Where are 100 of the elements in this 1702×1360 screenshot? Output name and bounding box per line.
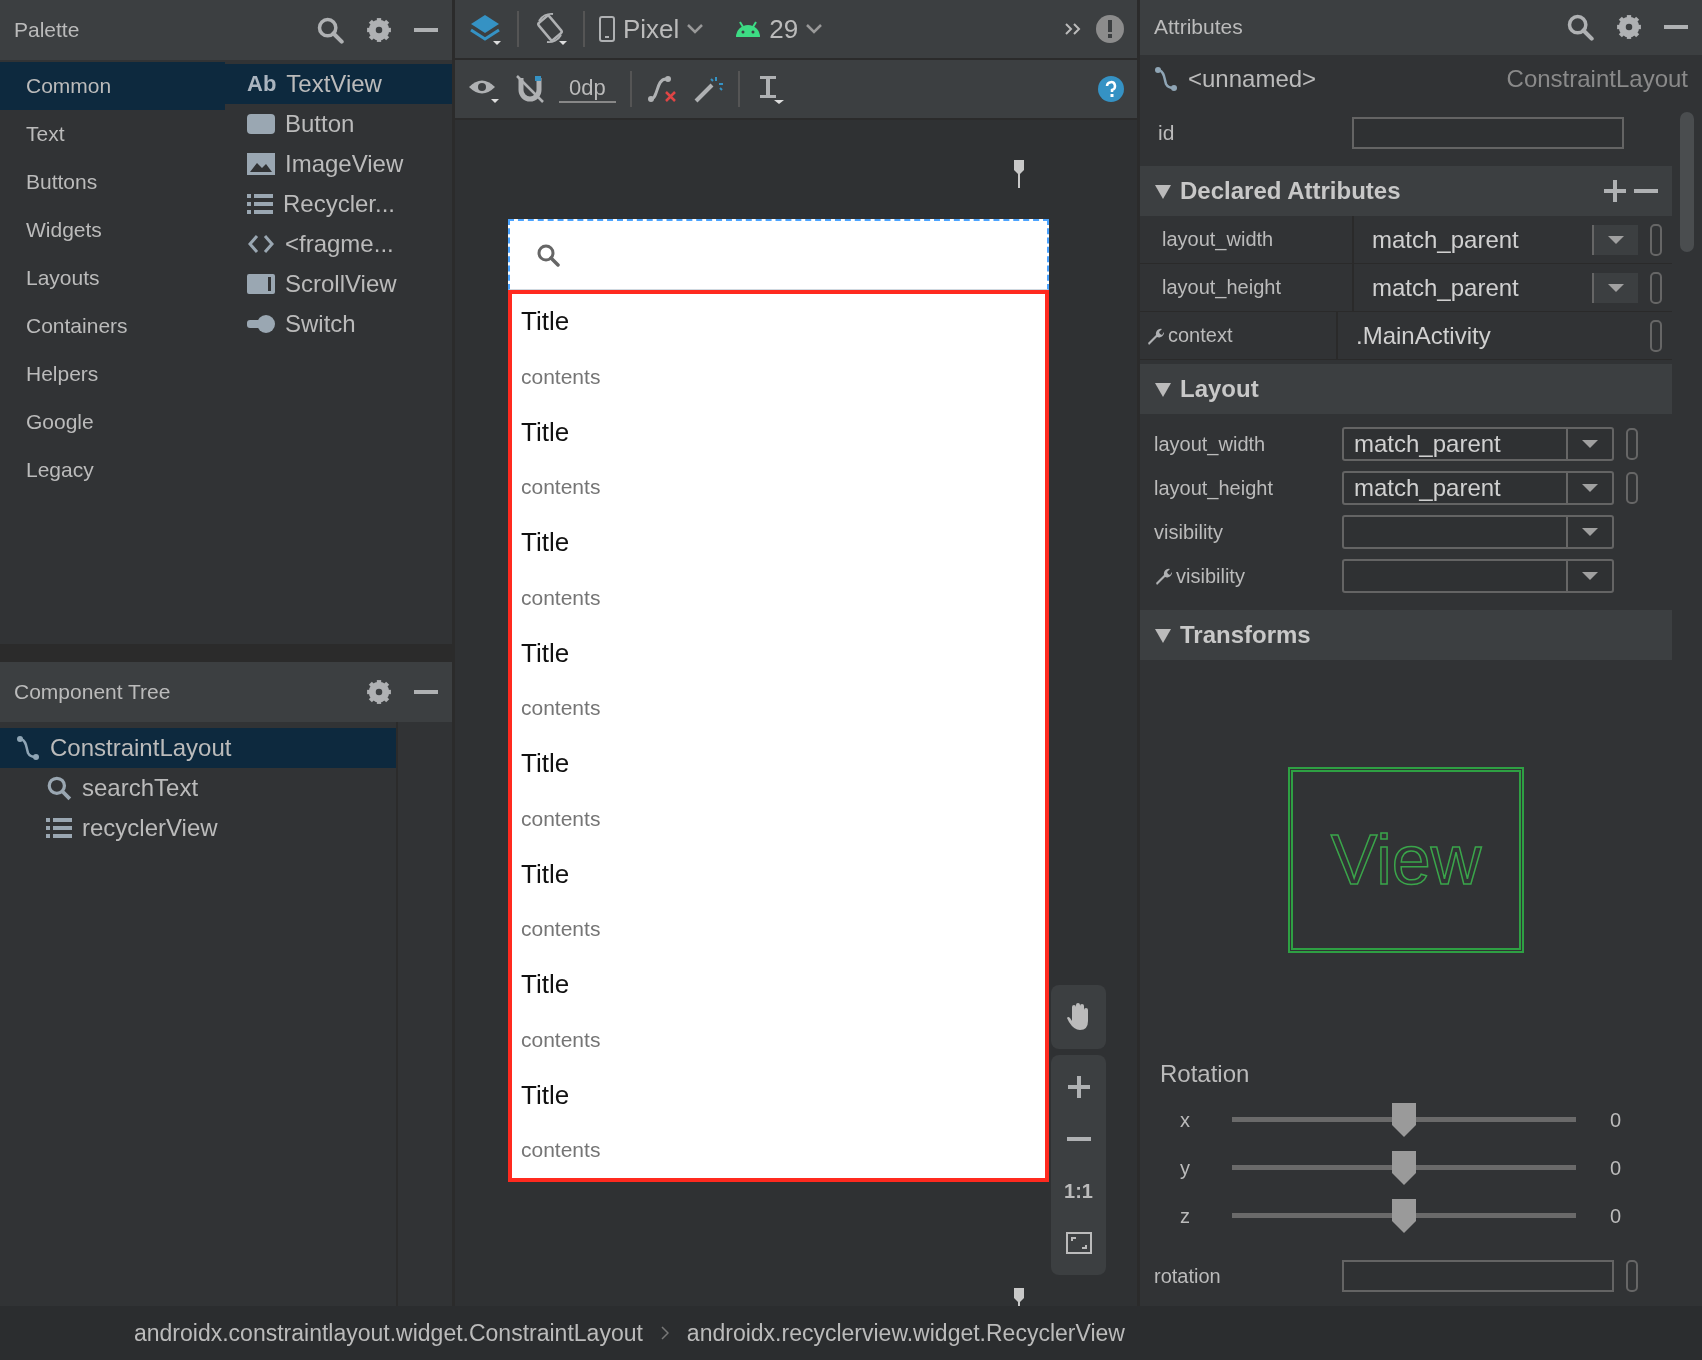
dropdown-field[interactable]: match_parent: [1342, 471, 1614, 505]
default-margin-field[interactable]: 0dp: [559, 75, 616, 103]
palette-category[interactable]: Layouts: [0, 254, 225, 302]
attribute-value: .MainActivity: [1356, 321, 1492, 350]
warning-icon[interactable]: [1095, 14, 1125, 44]
palette-category[interactable]: Widgets: [0, 206, 225, 254]
button-icon: [247, 114, 275, 134]
device-dropdown[interactable]: Pixel: [599, 13, 704, 45]
clear-constraints-icon[interactable]: [645, 74, 678, 104]
zoom-out-icon[interactable]: [1066, 1137, 1091, 1141]
slider-thumb[interactable]: [1390, 1103, 1418, 1137]
rotation-field[interactable]: [1342, 1260, 1614, 1292]
item-contents: contents: [520, 474, 602, 501]
palette-category[interactable]: Google: [0, 398, 225, 446]
slider-thumb[interactable]: [1390, 1199, 1418, 1233]
tree-item-label: ConstraintLayout: [50, 734, 232, 762]
palette-widget[interactable]: Button: [225, 104, 452, 144]
component-type: ConstraintLayout: [1505, 65, 1688, 94]
widget-label: <fragme...: [285, 230, 394, 258]
settings-icon[interactable]: [366, 17, 392, 43]
item-title: Title: [520, 747, 571, 781]
widget-label: TextView: [286, 70, 382, 98]
palette-category[interactable]: Helpers: [0, 350, 225, 398]
item-contents: contents: [520, 1137, 602, 1164]
section-header[interactable]: Declared Attributes: [1140, 166, 1672, 216]
widget-label: ImageView: [285, 150, 404, 178]
dropdown-field[interactable]: [1342, 559, 1614, 593]
palette-widget[interactable]: ImageView: [225, 144, 452, 184]
help-icon[interactable]: [1097, 75, 1125, 103]
palette-widget[interactable]: Switch: [225, 304, 452, 344]
constraint-icon: [16, 735, 40, 761]
palette-widget[interactable]: Ab TextView: [225, 64, 452, 104]
palette-category[interactable]: Common: [0, 62, 225, 110]
fit-screen-icon: [1065, 1232, 1092, 1254]
axis-label: y: [1179, 1156, 1191, 1180]
magnet-off-icon[interactable]: [515, 74, 545, 104]
search-icon[interactable]: [316, 16, 344, 44]
item-contents: contents: [520, 916, 602, 943]
dropdown-field[interactable]: [1342, 515, 1614, 549]
add-icon[interactable]: [1067, 1076, 1090, 1098]
dropdown-caret-icon: [1582, 571, 1598, 581]
item-title: Title: [520, 415, 571, 449]
minimize-icon[interactable]: [1664, 25, 1688, 30]
rotation-title: Rotation: [1159, 1060, 1251, 1089]
palette-category[interactable]: Legacy: [0, 446, 225, 494]
collapse-triangle-icon[interactable]: [1154, 626, 1172, 644]
section-header[interactable]: Layout: [1140, 364, 1672, 414]
collapse-triangle-icon[interactable]: [1154, 182, 1172, 200]
search-icon[interactable]: [1566, 13, 1594, 42]
collapse-triangle-icon[interactable]: [1154, 380, 1172, 398]
widget-label: Recycler...: [283, 190, 396, 218]
dropdown-field[interactable]: match_parent: [1342, 427, 1614, 461]
image-icon: [247, 153, 275, 175]
phone-icon: [599, 16, 615, 42]
attribute-name: visibility: [1154, 520, 1223, 544]
palette-category[interactable]: Buttons: [0, 158, 225, 206]
tree-item[interactable]: ConstraintLayout: [0, 728, 396, 768]
list-icon: [46, 818, 72, 838]
dropdown-button[interactable]: [1592, 224, 1638, 255]
list-icon: [247, 194, 273, 214]
settings-icon[interactable]: [366, 679, 392, 705]
panel-title: Component Tree: [14, 680, 172, 704]
attribute-name: rotation: [1154, 1264, 1222, 1288]
attribute-label: id: [1158, 121, 1176, 145]
scroll-view-icon: [247, 274, 275, 294]
tree-item[interactable]: recyclerView: [0, 808, 396, 848]
search-icon: [46, 775, 72, 801]
item-title: Title: [520, 1078, 571, 1112]
slider-thumb[interactable]: [1390, 1151, 1418, 1185]
palette-widget[interactable]: ScrollView: [225, 264, 452, 304]
code-brackets-icon: [247, 234, 275, 254]
palette-category[interactable]: Text: [0, 110, 225, 158]
pin-icon: [1012, 1288, 1026, 1306]
palette-widget[interactable]: <fragme...: [225, 224, 452, 264]
section-header[interactable]: Transforms: [1140, 610, 1672, 660]
component-name: <unnamed>: [1188, 65, 1317, 94]
dropdown-button[interactable]: [1592, 272, 1638, 303]
text-view-icon: Ab: [247, 71, 277, 97]
widget-label: ScrollView: [285, 270, 397, 298]
tree-item[interactable]: searchText: [0, 768, 396, 808]
tree-item-label: recyclerView: [82, 814, 218, 842]
api-level-dropdown[interactable]: 29: [735, 13, 823, 45]
attribute-value: match_parent: [1372, 225, 1520, 254]
widget-label: Button: [285, 110, 355, 138]
search-field[interactable]: [508, 219, 1049, 290]
tree-item-label: searchText: [82, 774, 199, 802]
double-chevron-icon[interactable]: [1065, 23, 1081, 35]
add-icon[interactable]: [1604, 180, 1626, 202]
palette-widget[interactable]: Recycler...: [225, 184, 452, 224]
attribute-name: visibility: [1176, 564, 1245, 588]
attribute-name: layout_height: [1162, 276, 1281, 299]
scrollbar-thumb[interactable]: [1680, 112, 1694, 252]
palette-category[interactable]: Containers: [0, 302, 225, 350]
slider-reading: 0: [1609, 1204, 1622, 1228]
search-icon[interactable]: [536, 243, 560, 267]
id-field[interactable]: [1352, 117, 1624, 149]
breadcrumb[interactable]: androidx.constraintlayout.widget.ConstraintLayout: [134, 1319, 643, 1347]
dropdown-caret-icon: [1582, 483, 1598, 493]
breadcrumb[interactable]: androidx.recyclerview.widget.RecyclerView: [686, 1319, 1125, 1347]
settings-icon[interactable]: [1616, 14, 1642, 41]
